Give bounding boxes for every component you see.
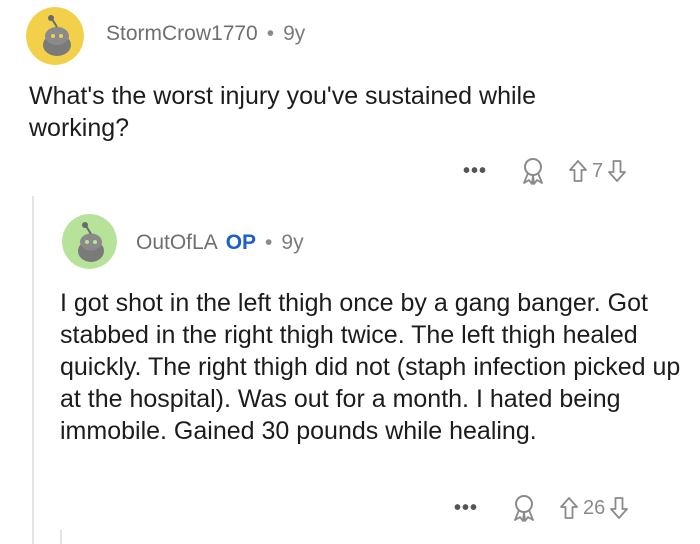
award-icon[interactable]: [520, 157, 546, 185]
snoo-avatar-icon: [62, 214, 117, 269]
thread-line: [32, 196, 34, 544]
comment-text: What's the worst injury you've sustained…: [29, 82, 536, 142]
comment-age: 9y: [281, 231, 304, 254]
comment-actions: ••• 26: [454, 494, 629, 522]
upvote-icon[interactable]: [559, 496, 579, 520]
more-options-button[interactable]: •••: [463, 160, 487, 183]
separator: •: [266, 22, 275, 45]
more-options-button[interactable]: •••: [454, 497, 478, 520]
nested-thread-line: [60, 530, 62, 544]
award-icon[interactable]: [511, 494, 537, 522]
upvote-icon[interactable]: [568, 159, 588, 183]
username[interactable]: OutOfLA: [136, 231, 218, 254]
snoo-avatar-icon: [26, 7, 84, 65]
downvote-icon[interactable]: [607, 159, 627, 183]
avatar[interactable]: [26, 7, 84, 65]
comment-age: 9y: [283, 22, 306, 45]
vote-score: 7: [592, 159, 604, 182]
separator: •: [265, 231, 273, 254]
downvote-icon[interactable]: [609, 496, 629, 520]
op-badge: OP: [225, 231, 257, 254]
comment-meta: StormCrow1770 • 9y: [106, 22, 305, 46]
comment-text: I got shot in the left thigh once by a g…: [60, 289, 681, 445]
comment-actions: ••• 7: [463, 157, 627, 185]
vote-score: 26: [583, 496, 606, 519]
username[interactable]: StormCrow1770: [106, 22, 258, 45]
avatar[interactable]: [62, 214, 117, 269]
comment-meta: OutOfLA OP • 9y: [136, 231, 304, 255]
